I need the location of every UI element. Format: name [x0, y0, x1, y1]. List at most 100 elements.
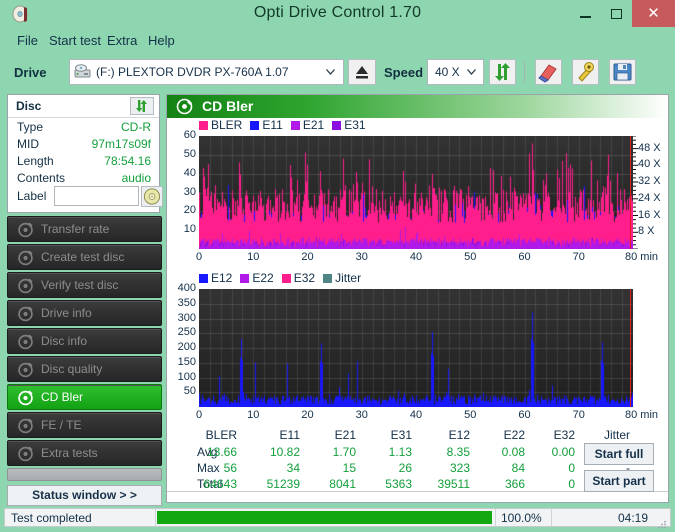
sidebar-item-create-test-disc[interactable]: Create test disc — [7, 244, 162, 270]
eject-icon — [356, 66, 368, 79]
chart-bottom-legend: E12 E22 E32 Jitter — [199, 271, 369, 285]
drive-info-icon — [17, 305, 34, 322]
menu-item-start-test[interactable]: Start test — [44, 32, 106, 50]
sidebar-item-label: Disc quality — [41, 362, 103, 376]
stats-cell: 0.00 — [551, 445, 575, 459]
speed-axis-tick-label: 16 X — [638, 208, 661, 221]
stats-column-header: E12 — [448, 428, 470, 442]
speed-select[interactable]: 40 X — [427, 59, 484, 85]
x-axis-tick-label: 10 — [247, 409, 260, 421]
title-bar: Opti Drive Control 1.70 ✕ — [0, 0, 675, 28]
x-axis-tick-label: 20 — [301, 251, 314, 263]
sidebar-item-label: CD Bler — [41, 390, 84, 404]
chart-top-legend: BLER E11 E21 E31 — [199, 118, 374, 132]
y-axis-tick-label: 250 — [177, 326, 196, 339]
legend-label: E32 — [293, 271, 316, 285]
disc-label-key: Label — [17, 189, 47, 203]
y-axis-tick-label: 30 — [183, 185, 196, 198]
legend-label: Jitter — [335, 271, 362, 285]
save-icon — [613, 63, 632, 81]
menu-item-extra[interactable]: Extra — [102, 32, 142, 50]
disc-verify-icon — [17, 277, 34, 294]
stats-cell: 1.13 — [388, 445, 412, 459]
y-axis-tick-label: 400 — [177, 282, 196, 294]
disc-row-key: Contents — [17, 171, 66, 185]
x-axis-tick-label: 40 — [409, 409, 423, 421]
legend-label: E21 — [302, 118, 325, 132]
y-axis-tick-label: 50 — [183, 385, 196, 398]
stats-cell: 0 — [568, 477, 575, 491]
fe-te-icon — [17, 417, 34, 434]
speed-axis-ruler — [633, 135, 638, 250]
disc-panel-title: Disc — [16, 99, 42, 113]
stats-cell: 1.70 — [332, 445, 356, 459]
close-button[interactable]: ✕ — [632, 0, 675, 27]
sidebar-item-drive-info[interactable]: Drive info — [7, 300, 162, 326]
progress-bar-fill — [157, 511, 492, 524]
sidebar-item-disc-quality[interactable]: Disc quality — [7, 356, 162, 382]
sidebar-item-cd-bler[interactable]: CD Bler — [7, 384, 162, 410]
stats-cell: 34 — [286, 461, 300, 475]
tools-icon — [578, 62, 594, 82]
start-part-button[interactable]: Start part — [584, 470, 654, 492]
chart-top-plot-area — [199, 136, 633, 249]
stats-column-header: BLER — [205, 428, 237, 442]
resize-grip-icon[interactable] — [657, 518, 667, 529]
erase-button[interactable] — [535, 59, 562, 85]
disc-quality-icon — [17, 361, 34, 378]
minimize-button[interactable] — [570, 0, 601, 27]
sidebar-item-verify-test-disc[interactable]: Verify test disc — [7, 272, 162, 298]
extra-tests-icon — [17, 445, 34, 462]
sidebar-item-transfer-rate[interactable]: Transfer rate — [7, 216, 162, 242]
chevron-down-icon — [326, 69, 335, 75]
sidebar-item-label: Drive info — [41, 306, 92, 320]
sidebar-scroll-track[interactable] — [7, 468, 162, 481]
sidebar-item-label: Extra tests — [41, 446, 98, 460]
cd-icon — [143, 188, 161, 205]
maximize-button[interactable] — [601, 0, 632, 27]
disc-row-value: 78:54.16 — [104, 154, 151, 168]
y-axis-tick-label: 10 — [183, 223, 196, 236]
legend-swatch — [323, 274, 333, 283]
stats-cell: 39511 — [437, 477, 470, 491]
drive-select[interactable]: (F:) PLEXTOR DVDR PX-760A 1.07 — [69, 59, 344, 85]
status-window-button[interactable]: Status window > > — [7, 485, 162, 506]
sidebar-item-label: Disc info — [41, 334, 88, 348]
chart-cd-bler-top: BLER E11 E21 E31 10 20 30 40 50 60 0 10 20 30 40 50 60… — [167, 118, 668, 263]
x-axis-tick-label: 0 — [195, 251, 203, 263]
sidebar-item-disc-info[interactable]: Disc info — [7, 328, 162, 354]
x-axis-tick-label: 70 — [572, 409, 585, 421]
speed-axis-tick-label: 24 X — [638, 191, 661, 204]
disc-label-button[interactable] — [141, 186, 163, 207]
tools-button[interactable] — [572, 59, 599, 85]
x-axis-tick-label: 60 — [518, 251, 531, 263]
toolbar: Drive (F:) PLEXTOR DVDR PX-760A 1.07 Spe… — [0, 54, 675, 92]
stats-cell: 5363 — [385, 477, 412, 491]
sidebar-item-fe-te[interactable]: FE / TE — [7, 412, 162, 438]
sidebar-nav: Transfer rate Create test disc Verify te… — [7, 216, 162, 481]
start-full-button[interactable]: Start full — [584, 443, 654, 465]
speed-axis-tick-label: 40 X — [638, 158, 661, 171]
x-axis-tick-label: 40 — [409, 251, 423, 263]
legend-swatch — [199, 274, 208, 283]
refresh-button[interactable] — [489, 59, 516, 85]
x-axis-tick-label: 60 — [518, 409, 531, 421]
speed-axis-tick-label: 8 X — [638, 225, 655, 238]
stats-cell: 64643 — [203, 477, 237, 491]
stats-cell: 8.35 — [446, 445, 470, 459]
disc-label-input[interactable] — [54, 186, 139, 206]
sidebar-item-extra-tests[interactable]: Extra tests — [7, 440, 162, 466]
status-bar: Test completed 100.0% 04:19 — [4, 508, 671, 529]
stats-cell: 8041 — [329, 477, 356, 491]
menu-item-file[interactable]: File — [12, 32, 43, 50]
stats-column-header: E32 — [553, 428, 575, 442]
disc-label-row: Label — [8, 185, 163, 211]
disc-refresh-button[interactable] — [130, 97, 154, 115]
menu-item-help[interactable]: Help — [143, 32, 180, 50]
disc-row-value: 97m17s09f — [91, 137, 151, 151]
disc-row-key: Length — [17, 154, 54, 168]
save-button[interactable] — [609, 59, 636, 85]
stats-cell: 13.66 — [206, 445, 237, 459]
eject-button[interactable] — [348, 59, 376, 85]
drive-value: (F:) PLEXTOR DVDR PX-760A 1.07 — [96, 65, 289, 79]
